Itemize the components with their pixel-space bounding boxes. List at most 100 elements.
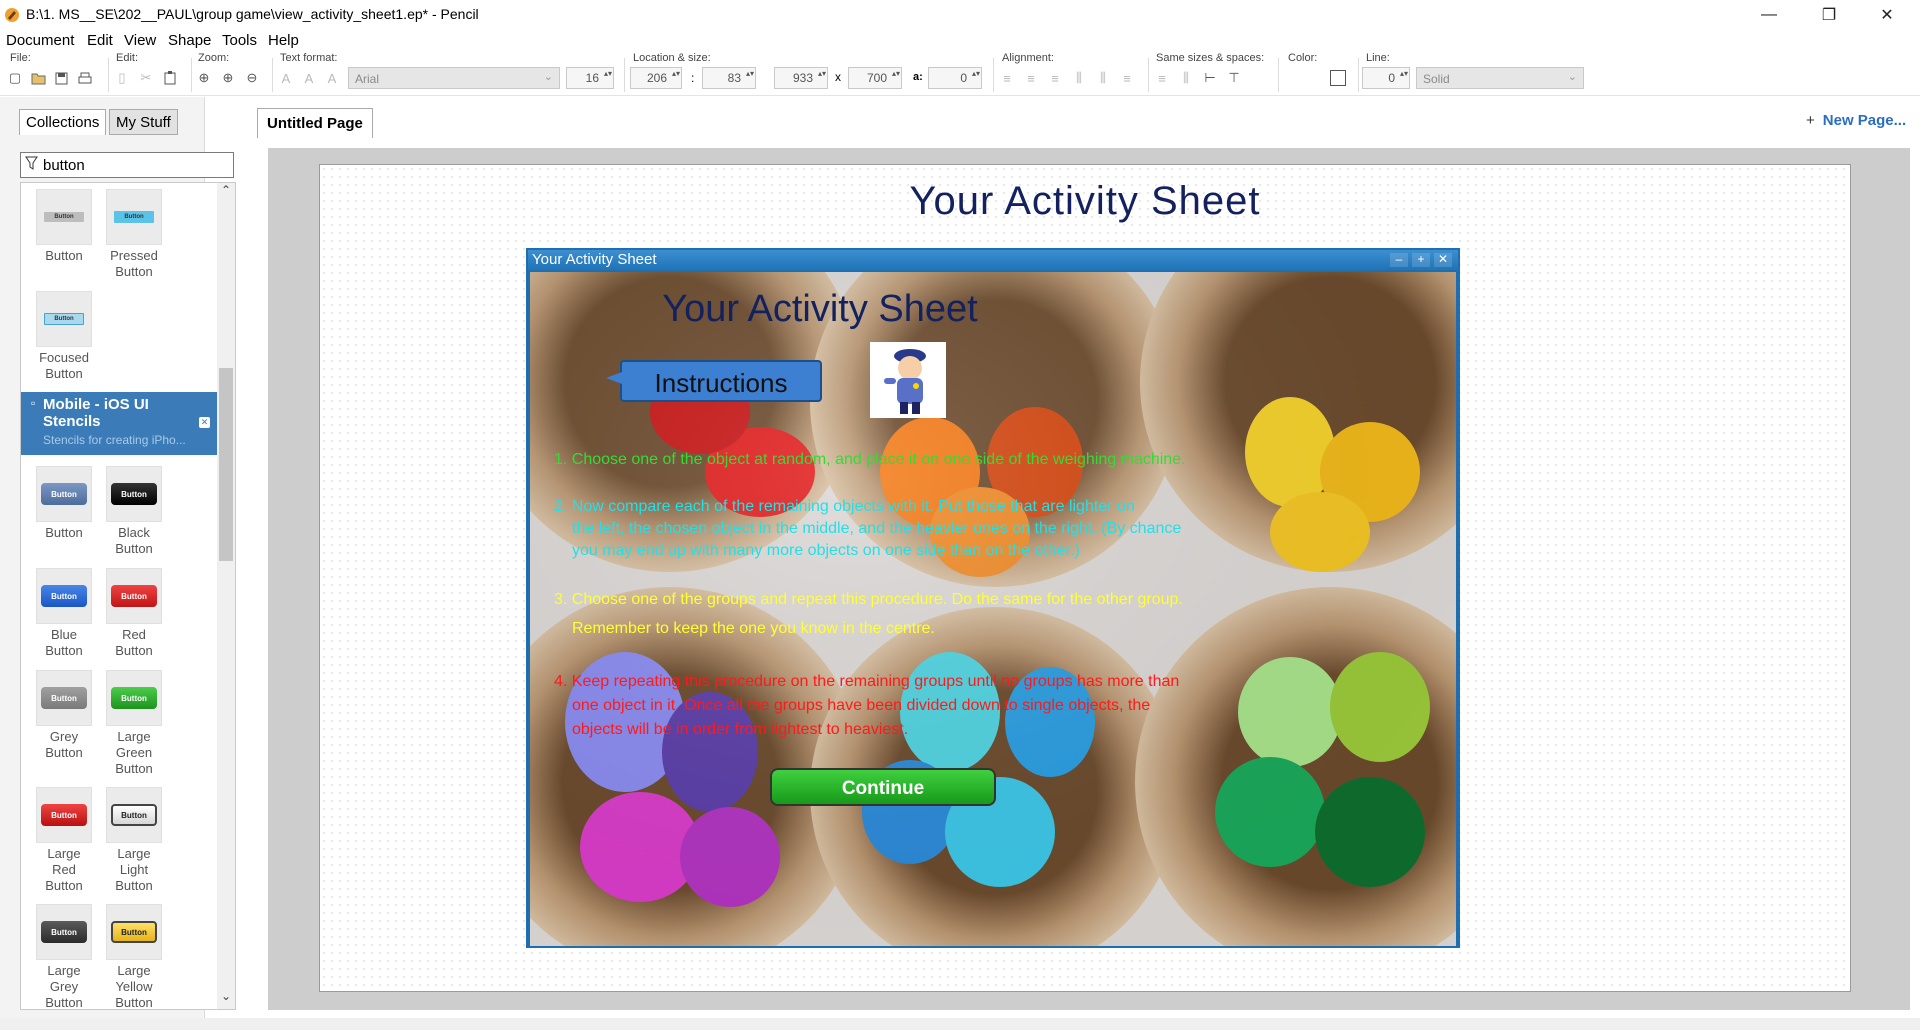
stencil-label: Grey bbox=[49, 729, 79, 744]
stencil-preview: Button bbox=[41, 585, 87, 607]
activity-window[interactable]: Your Activity Sheet – + ✕ Your Activity … bbox=[526, 248, 1460, 948]
collapse-icon[interactable]: ▫ bbox=[31, 396, 35, 410]
edit-group-label: Edit: bbox=[116, 52, 139, 64]
x-position-spinner[interactable]: 206 bbox=[630, 67, 682, 89]
height-spinner[interactable]: 700 bbox=[848, 67, 902, 89]
window-minimize-icon[interactable]: – bbox=[1390, 253, 1408, 267]
space-vertical-icon[interactable]: ⊤ bbox=[1225, 69, 1243, 87]
align-right-icon[interactable]: ≡ bbox=[1046, 69, 1064, 87]
cut-icon[interactable]: ✂ bbox=[137, 69, 155, 87]
font-color-icon[interactable]: A bbox=[277, 69, 295, 87]
save-icon[interactable] bbox=[52, 69, 70, 87]
stencil-large-green-button[interactable]: Button Large Green Button bbox=[99, 670, 169, 777]
activity-window-title: Your Activity Sheet bbox=[532, 251, 657, 268]
instruction-step-1: 1. Choose one of the object at random, a… bbox=[554, 448, 1186, 471]
zoom-fit-icon[interactable]: ⊕ bbox=[195, 69, 213, 87]
toolbar-separator bbox=[191, 58, 192, 92]
step-text-line: 3. Choose one of the groups and repeat t… bbox=[554, 591, 1183, 608]
filter-icon bbox=[25, 156, 38, 173]
instructions-callout[interactable]: Instructions bbox=[620, 360, 822, 402]
menu-view[interactable]: View bbox=[124, 32, 156, 49]
stencil-ios-button[interactable]: Button Button bbox=[29, 466, 99, 541]
stencil-red-button[interactable]: Button Red Button bbox=[99, 568, 169, 659]
scrollbar-thumb[interactable] bbox=[219, 368, 233, 561]
stencil-preview: Button bbox=[41, 687, 87, 709]
font-family-select[interactable]: Arial ⌄ bbox=[348, 67, 560, 89]
stencil-label: Button bbox=[115, 643, 153, 658]
stencil-label: Button bbox=[45, 248, 83, 263]
italic-icon[interactable]: A bbox=[300, 69, 318, 87]
close-button[interactable]: ✕ bbox=[1858, 0, 1916, 30]
menu-edit[interactable]: Edit bbox=[87, 32, 113, 49]
stencil-black-button[interactable]: Button Black Button bbox=[99, 466, 169, 557]
window-close-icon[interactable]: ✕ bbox=[1434, 253, 1452, 267]
open-folder-icon[interactable] bbox=[29, 69, 47, 87]
angle-spinner[interactable]: 0 bbox=[928, 67, 982, 89]
tab-my-stuff[interactable]: My Stuff bbox=[109, 109, 178, 135]
font-size-spinner[interactable]: 16 bbox=[566, 67, 614, 89]
collection-header-ios[interactable]: ▫ Mobile - iOS UI Stencils Stencils for … bbox=[21, 392, 217, 455]
stencil-grey-button[interactable]: Button Grey Button bbox=[29, 670, 99, 761]
new-document-icon[interactable]: ▢ bbox=[6, 69, 24, 87]
scroll-up-icon[interactable]: ⌃ bbox=[221, 183, 231, 197]
tab-untitled-page[interactable]: Untitled Page bbox=[257, 108, 373, 138]
filter-value: button bbox=[43, 157, 85, 174]
stencil-large-grey-button[interactable]: Button Large Grey Button bbox=[29, 904, 99, 1009]
instruction-step-3: 3. Choose one of the groups and repeat t… bbox=[554, 585, 1183, 643]
stencil-large-yellow-button[interactable]: Button Large Yellow Button bbox=[99, 904, 169, 1009]
stencil-thumbnail: Button bbox=[106, 787, 162, 843]
stencil-thumbnail: Button bbox=[36, 189, 92, 245]
maximize-button[interactable]: ❐ bbox=[1800, 0, 1858, 30]
line-style-select[interactable]: Solid ⌄ bbox=[1416, 67, 1584, 89]
chevron-down-icon: ⌄ bbox=[1567, 71, 1577, 83]
align-center-icon[interactable]: ≡ bbox=[1022, 69, 1040, 87]
stencil-label: Yellow bbox=[115, 979, 153, 994]
stencil-blue-button[interactable]: Button Blue Button bbox=[29, 568, 99, 659]
stencil-preview: Button bbox=[111, 585, 157, 607]
print-icon[interactable] bbox=[76, 69, 94, 87]
align-left-icon[interactable]: ≡ bbox=[998, 69, 1016, 87]
title-bar: B:\1. MS__SE\202__PAUL\group game\view_a… bbox=[0, 0, 1920, 30]
menu-help[interactable]: Help bbox=[268, 32, 299, 49]
align-bottom-icon[interactable]: ≡ bbox=[1118, 69, 1136, 87]
eggs-bowls-background: Your Activity Sheet Instructions 1. Choo… bbox=[530, 272, 1456, 946]
minimize-button[interactable]: — bbox=[1740, 0, 1798, 30]
menu-document[interactable]: Document bbox=[6, 32, 74, 49]
new-page-button[interactable]: + New Page... bbox=[1806, 112, 1906, 129]
width-spinner[interactable]: 933 bbox=[774, 67, 828, 89]
tab-collections[interactable]: Collections bbox=[19, 109, 107, 135]
instruction-step-2: 2. Now compare each of the remaining obj… bbox=[554, 496, 1181, 562]
stencil-pressed-button[interactable]: Button Pressed Button bbox=[99, 189, 169, 280]
zoom-out-icon[interactable]: ⊖ bbox=[243, 69, 261, 87]
align-top-icon[interactable]: ⫼ bbox=[1070, 69, 1088, 87]
same-height-icon[interactable]: ⫼ bbox=[1177, 69, 1195, 87]
menu-shape[interactable]: Shape bbox=[168, 32, 211, 49]
stencil-label: Button bbox=[115, 541, 153, 556]
zoom-in-icon[interactable]: ⊕ bbox=[219, 69, 237, 87]
color-swatch[interactable] bbox=[1330, 70, 1346, 86]
menu-tools[interactable]: Tools bbox=[222, 32, 257, 49]
stencil-scrollbar[interactable]: ⌃ ⌄ bbox=[217, 183, 235, 1009]
continue-button[interactable]: Continue bbox=[770, 768, 996, 806]
scroll-down-icon[interactable]: ⌄ bbox=[221, 989, 231, 1003]
text-style-icon[interactable]: A bbox=[323, 69, 341, 87]
color-label: Color: bbox=[1288, 52, 1318, 64]
copy-icon[interactable]: ▯ bbox=[113, 69, 131, 87]
stencil-filter-input[interactable]: button bbox=[20, 152, 234, 178]
zoom-group-label: Zoom: bbox=[198, 52, 230, 64]
window-maximize-icon[interactable]: + bbox=[1412, 253, 1430, 267]
align-middle-icon[interactable]: ⫼ bbox=[1094, 69, 1112, 87]
stencil-thumbnail: Button bbox=[106, 904, 162, 960]
stencil-thumbnail: Button bbox=[36, 568, 92, 624]
page-heading: Your Activity Sheet bbox=[909, 179, 1261, 223]
stencil-button[interactable]: Button Button bbox=[29, 189, 99, 264]
line-width-spinner[interactable]: 0 bbox=[1362, 67, 1410, 89]
stencil-large-red-button[interactable]: Button Large Red Button bbox=[29, 787, 99, 894]
paste-icon[interactable] bbox=[161, 69, 179, 87]
remove-collection-icon[interactable]: ✕ bbox=[199, 417, 210, 428]
space-horizontal-icon[interactable]: ⊢ bbox=[1201, 69, 1219, 87]
y-position-spinner[interactable]: 83 bbox=[702, 67, 756, 89]
stencil-focused-button[interactable]: Button Focused Button bbox=[29, 291, 99, 382]
same-width-icon[interactable]: ≡ bbox=[1153, 69, 1171, 87]
stencil-large-light-button[interactable]: Button Large Light Button bbox=[99, 787, 169, 894]
